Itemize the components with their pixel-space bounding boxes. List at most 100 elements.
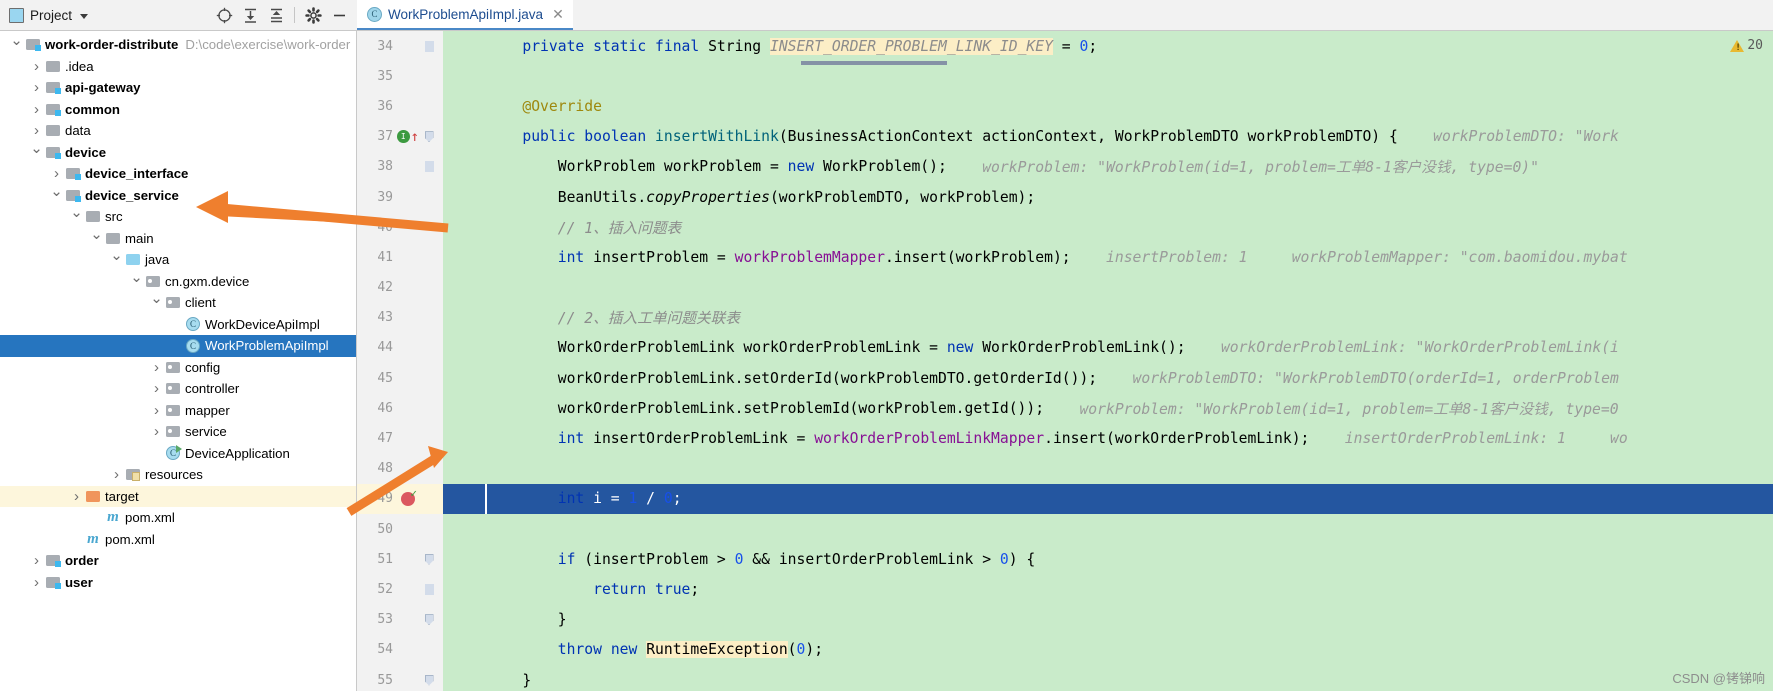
tree-expand-toggle[interactable] — [149, 381, 164, 396]
tree-item-cn-gxm-device[interactable]: cn.gxm.device — [0, 271, 356, 293]
project-tree[interactable]: work-order-distribute D:\code\exercise\wo… — [0, 31, 357, 691]
code-line-41[interactable]: int insertProblem = workProblemMapper.in… — [443, 242, 1773, 272]
hide-toolwindow-icon[interactable] — [327, 3, 351, 27]
code-line-55[interactable]: } — [443, 665, 1773, 691]
editor-tab-workproblemapiimpl[interactable]: C WorkProblemApiImpl.java ✕ — [357, 0, 573, 30]
tree-item-client[interactable]: client — [0, 292, 356, 314]
code-fold-toggle[interactable] — [425, 131, 434, 142]
close-icon[interactable]: ✕ — [552, 6, 564, 23]
tree-expand-toggle[interactable] — [109, 252, 124, 267]
code-fold-toggle[interactable] — [425, 675, 434, 686]
tree-expand-toggle[interactable] — [109, 467, 124, 482]
tree-item-controller[interactable]: controller — [0, 378, 356, 400]
tree-expand-toggle[interactable] — [129, 274, 144, 289]
tree-item-target[interactable]: target — [0, 486, 356, 508]
gutter-line-38[interactable]: 38 — [357, 152, 443, 182]
gutter-line-43[interactable]: 43 — [357, 303, 443, 333]
code-line-35[interactable] — [443, 61, 1773, 91]
tree-expand-toggle[interactable] — [29, 145, 44, 160]
gutter-line-39[interactable]: 39 — [357, 182, 443, 212]
tree-item-api-gateway[interactable]: api-gateway — [0, 77, 356, 99]
gutter-line-34[interactable]: 34 — [357, 31, 443, 61]
tree-expand-toggle[interactable] — [29, 59, 44, 74]
code-line-42[interactable] — [443, 273, 1773, 303]
code-line-54[interactable]: throw new RuntimeException(0); — [443, 635, 1773, 665]
gutter-line-47[interactable]: 47 — [357, 423, 443, 453]
code-line-37[interactable]: public boolean insertWithLink(BusinessAc… — [443, 122, 1773, 152]
tree-item-data[interactable]: data — [0, 120, 356, 142]
code-line-43[interactable]: // 2、插入工单问题关联表 — [443, 303, 1773, 333]
editor-gutter[interactable]: 34 35 36 37 I↑ 38 39 40 41 42 43 44 45 46 47 48 49 50 51 52… — [357, 31, 443, 691]
tree-expand-toggle[interactable] — [69, 489, 84, 504]
tree-expand-toggle[interactable] — [49, 166, 64, 181]
tree-expand-toggle[interactable] — [149, 403, 164, 418]
tree-item-workproblemapiimpl[interactable]: C WorkProblemApiImpl — [0, 335, 356, 357]
tree-expand-toggle[interactable] — [29, 80, 44, 95]
gutter-line-37[interactable]: 37 I ↑ — [357, 122, 443, 152]
tree-item-order[interactable]: order — [0, 550, 356, 572]
tree-expand-toggle[interactable] — [29, 575, 44, 590]
tree-item-user[interactable]: user — [0, 572, 356, 594]
tree-item-device-interface[interactable]: device_interface — [0, 163, 356, 185]
code-line-51[interactable]: if (insertProblem > 0 && insertOrderProb… — [443, 544, 1773, 574]
tree-expand-toggle[interactable] — [9, 37, 24, 52]
gutter-line-41[interactable]: 41 — [357, 242, 443, 272]
tree-item-main[interactable]: main — [0, 228, 356, 250]
expand-all-icon[interactable] — [238, 3, 262, 27]
tree-expand-toggle[interactable] — [29, 123, 44, 138]
code-editor[interactable]: 34 35 36 37 I↑ 38 39 40 41 42 43 44 45 46 47 48 49 50 51 52… — [357, 31, 1773, 691]
tree-expand-toggle[interactable] — [49, 188, 64, 203]
tree-item-pom-xml[interactable]: m pom.xml — [0, 529, 356, 551]
gutter-line-42[interactable]: 42 — [357, 273, 443, 303]
tree-expand-toggle[interactable] — [149, 360, 164, 375]
code-line-46[interactable]: workOrderProblemLink.setProblemId(workPr… — [443, 393, 1773, 423]
tree-expand-toggle[interactable] — [149, 295, 164, 310]
code-line-50[interactable] — [443, 514, 1773, 544]
breakpoint-icon[interactable] — [401, 492, 415, 506]
gutter-line-45[interactable]: 45 — [357, 363, 443, 393]
code-line-48[interactable] — [443, 454, 1773, 484]
tree-expand-toggle[interactable] — [89, 231, 104, 246]
code-line-38[interactable]: WorkProblem workProblem = new WorkProble… — [443, 152, 1773, 182]
code-line-45[interactable]: workOrderProblemLink.setOrderId(workProb… — [443, 363, 1773, 393]
gutter-line-54[interactable]: 54 — [357, 635, 443, 665]
gutter-line-36[interactable]: 36 — [357, 91, 443, 121]
tree-expand-toggle[interactable] — [29, 102, 44, 117]
tree-item-common[interactable]: common — [0, 99, 356, 121]
tree-expand-toggle[interactable] — [69, 209, 84, 224]
tree-item-config[interactable]: config — [0, 357, 356, 379]
tree-item--idea[interactable]: .idea — [0, 56, 356, 78]
code-fold-toggle[interactable] — [425, 554, 434, 565]
gutter-line-50[interactable]: 50 — [357, 514, 443, 544]
code-line-53[interactable]: } — [443, 605, 1773, 635]
gutter-line-40[interactable]: 40 — [357, 212, 443, 242]
locate-icon[interactable] — [212, 3, 236, 27]
gutter-line-55[interactable]: 55 — [357, 665, 443, 691]
gutter-line-53[interactable]: 53 — [357, 605, 443, 635]
tree-item-src[interactable]: src — [0, 206, 356, 228]
horizontal-scrollbar[interactable] — [801, 61, 947, 65]
gutter-line-44[interactable]: 44 — [357, 333, 443, 363]
code-line-34[interactable]: private static final String INSERT_ORDER… — [443, 31, 1773, 61]
gutter-line-35[interactable]: 35 — [357, 61, 443, 91]
code-fold-toggle[interactable] — [425, 614, 434, 625]
tree-expand-toggle[interactable] — [149, 424, 164, 439]
override-marker-icon[interactable]: I — [397, 130, 410, 143]
code-line-36[interactable]: @Override — [443, 91, 1773, 121]
tree-item-device[interactable]: device — [0, 142, 356, 164]
gutter-line-51[interactable]: 51 — [357, 544, 443, 574]
gutter-line-46[interactable]: 46 — [357, 393, 443, 423]
code-line-47[interactable]: int insertOrderProblemLink = workOrderPr… — [443, 423, 1773, 453]
gutter-line-49[interactable]: 49 — [357, 484, 443, 514]
tree-item-workdeviceapiimpl[interactable]: C WorkDeviceApiImpl — [0, 314, 356, 336]
inspection-widget[interactable]: 20 — [1730, 38, 1763, 53]
tree-expand-toggle[interactable] — [29, 553, 44, 568]
tree-item-deviceapplication[interactable]: C DeviceApplication — [0, 443, 356, 465]
collapse-all-icon[interactable] — [264, 3, 288, 27]
tree-item-java[interactable]: java — [0, 249, 356, 271]
editor-code-area[interactable]: private static final String INSERT_ORDER… — [443, 31, 1773, 691]
tree-item-device-service[interactable]: device_service — [0, 185, 356, 207]
code-line-49[interactable]: int i = 1 / 0; — [443, 484, 1773, 514]
gutter-line-48[interactable]: 48 — [357, 454, 443, 484]
chevron-down-icon[interactable] — [80, 14, 88, 19]
